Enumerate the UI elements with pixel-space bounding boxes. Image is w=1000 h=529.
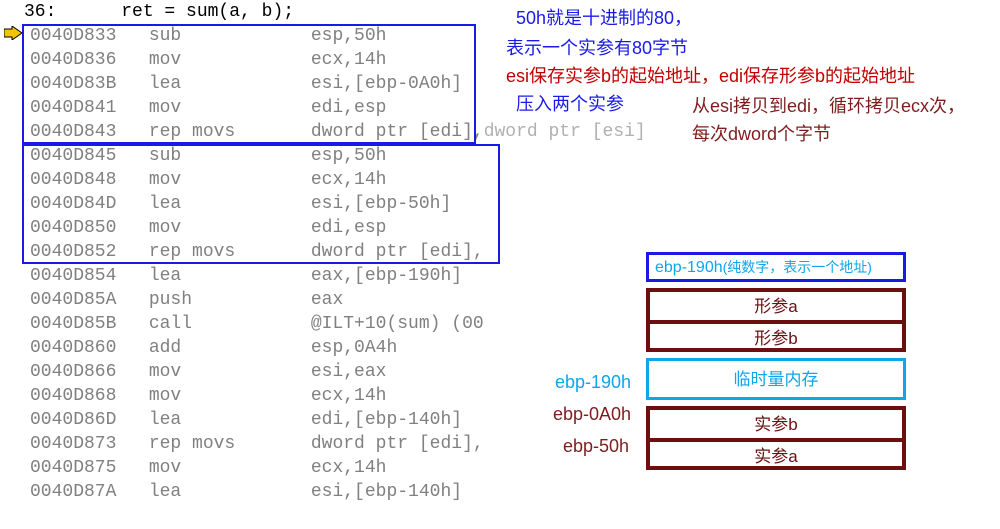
asm-line: 0040D841 mov edi,esp [0,96,505,120]
asm-line: 0040D852 rep movs dword ptr [edi], [0,240,505,264]
stack-cell-arg-a: 实参a [646,438,906,470]
annotation-push-args: 压入两个实参 [516,90,624,116]
asm-line: 0040D87A lea esi,[ebp-140h] [0,480,505,504]
asm-line: 0040D84D lea esi,[ebp-50h] [0,192,505,216]
asm-line: 0040D85B call @ILT+10(sum) (00 [0,312,505,336]
stack-label-0A0h: ebp-0A0h [553,404,631,425]
asm-line: 0040D833 sub esp,50h [0,24,505,48]
asm-line: 0040D848 mov ecx,14h [0,168,505,192]
stack-header-sub: (纯数字，表示一个地址) [723,259,872,275]
asm-line: 0040D873 rep movs dword ptr [edi], [0,432,505,456]
annotation-50h-2: 表示一个实参有80字节 [506,34,688,60]
stack-header: ebp-190h(纯数字，表示一个地址) [646,252,906,282]
asm-line: 0040D86D lea edi,[ebp-140h] [0,408,505,432]
asm-line: 0040D845 sub esp,50h [0,144,505,168]
source-line: 36: ret = sum(a, b); [0,0,505,24]
asm-line: 0040D85A push eax [0,288,505,312]
stack-header-main: ebp-190h [655,259,723,276]
annotation-esi-edi: esi保存实参b的起始地址，edi保存形参b的起始地址 [506,62,915,88]
asm-line: 0040D854 lea eax,[ebp-190h] [0,264,505,288]
asm-line: 0040D843 rep movs dword ptr [edi],dword … [0,120,505,144]
annotation-copy-loop-2: 每次dword个字节 [692,120,831,146]
asm-line: 0040D868 mov ecx,14h [0,384,505,408]
disassembly-panel: 36: ret = sum(a, b); 0040D833 sub esp,50… [0,0,505,504]
stack-cell-temp: 临时量内存 [646,358,906,400]
asm-line: 0040D860 add esp,0A4h [0,336,505,360]
annotation-copy-loop-1: 从esi拷贝到edi，循环拷贝ecx次， [692,92,965,118]
stack-cell-param-b: 形参b [646,320,906,352]
asm-line: 0040D850 mov edi,esp [0,216,505,240]
stack-cell-param-a: 形参a [646,288,906,320]
asm-line: 0040D836 mov ecx,14h [0,48,505,72]
asm-line: 0040D83B lea esi,[ebp-0A0h] [0,72,505,96]
stack-diagram: ebp-190h(纯数字，表示一个地址) 形参a 形参b 临时量内存 实参b 实… [646,252,906,470]
asm-line: 0040D866 mov esi,eax [0,360,505,384]
annotation-50h-1: 50h就是十进制的80， [516,4,692,30]
stack-label-50h: ebp-50h [563,436,629,457]
stack-cell-arg-b: 实参b [646,406,906,438]
stack-label-190h: ebp-190h [555,372,631,393]
asm-line: 0040D875 mov ecx,14h [0,456,505,480]
current-instruction-arrow-icon [4,26,22,44]
